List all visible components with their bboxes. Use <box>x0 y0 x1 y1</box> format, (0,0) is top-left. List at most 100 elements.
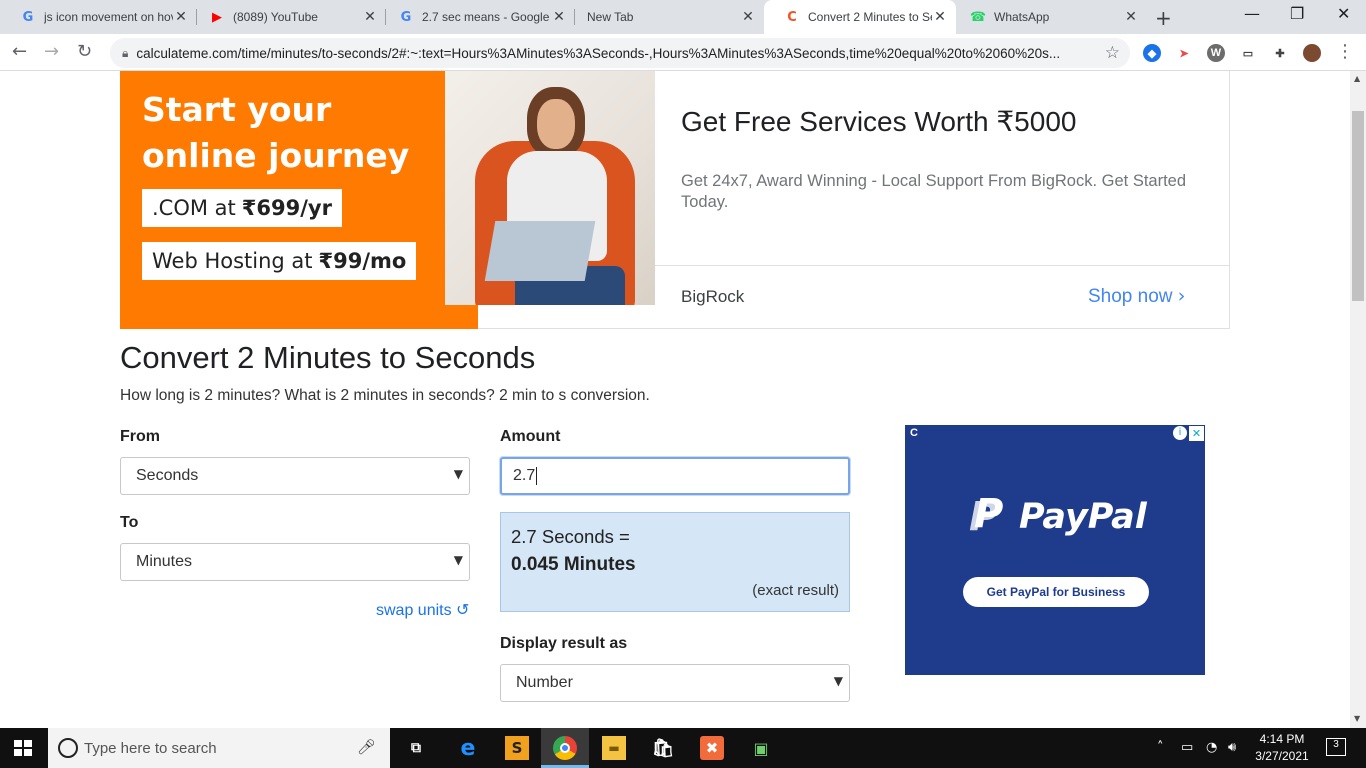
result-input-echo: 2.7 Seconds = <box>511 526 630 547</box>
show-hidden-icons[interactable]: ˄ <box>1157 740 1164 755</box>
new-tab-button[interactable]: + <box>1155 6 1172 30</box>
to-label: To <box>120 514 139 531</box>
scrollbar-thumb[interactable] <box>1352 111 1364 301</box>
browser-toolbar: ← → ↻ 🔒︎ calculateme.com/time/minutes/to… <box>0 34 1366 71</box>
edge-icon[interactable]: e <box>456 736 480 761</box>
volume-icon[interactable]: 🔊︎ <box>1228 740 1236 755</box>
paypal-wordmark: PayPal <box>1019 497 1147 537</box>
chevron-down-icon: ▼ <box>453 553 463 567</box>
chevron-down-icon: ▼ <box>453 467 463 481</box>
amount-value: 2.7 <box>513 467 536 484</box>
paypal-logo: P P PayPal <box>969 491 1147 540</box>
restore-icon[interactable]: ❐ <box>1290 4 1304 23</box>
lock-icon[interactable]: 🔒︎ <box>122 46 128 61</box>
paypal-p-icon: P P <box>969 491 1004 540</box>
tab-title: New Tab <box>587 10 634 24</box>
close-tab-icon[interactable]: ✕ <box>932 9 948 25</box>
wordpress-icon[interactable]: W <box>1207 44 1225 62</box>
page-title: Convert 2 Minutes to Seconds <box>120 340 536 375</box>
get-paypal-button[interactable]: Get PayPal for Business <box>963 577 1149 607</box>
wifi-icon[interactable]: ◔ <box>1206 740 1217 755</box>
text-caret <box>536 467 538 485</box>
close-ad-icon[interactable]: ✕ <box>1189 426 1204 441</box>
close-tab-icon[interactable]: ✕ <box>173 9 189 25</box>
display-result-select[interactable]: Number ▼ <box>500 664 850 702</box>
url-text: calculateme.com/time/minutes/to-seconds/… <box>136 45 1061 61</box>
tab-youtube[interactable]: ▶ (8089) YouTube ✕ <box>189 0 386 34</box>
menu-icon[interactable]: ⋮ <box>1336 41 1354 62</box>
ad-corner-mark: C <box>910 427 918 439</box>
ad-title[interactable]: Get Free Services Worth ₹5000 <box>681 105 1076 138</box>
result-box: 2.7 Seconds = 0.045 Minutes (exact resul… <box>500 512 850 612</box>
close-tab-icon[interactable]: ✕ <box>740 9 756 25</box>
google-icon: G <box>22 9 34 25</box>
system-clock[interactable]: 4:14 PM 3/27/2021 <box>1254 731 1310 765</box>
offer-price: ₹699/yr <box>241 196 332 220</box>
xampp-icon[interactable]: ✖ <box>700 736 724 760</box>
paypal-ad[interactable]: C i ✕ P P PayPal Get PayPal for Business <box>905 425 1205 675</box>
adchoices-icon[interactable]: i <box>1173 426 1187 440</box>
page-content: Start your online journey .COM at ₹699/yr… <box>0 71 1350 728</box>
extension-blue-icon[interactable]: ◆ <box>1143 44 1161 62</box>
amount-input[interactable]: 2.7 <box>500 457 850 495</box>
chevron-right-icon: › <box>1177 285 1186 307</box>
back-icon[interactable]: ← <box>12 41 27 62</box>
ad-brand: BigRock <box>681 287 745 306</box>
windows-start-icon[interactable] <box>14 740 32 756</box>
shop-now-label: Shop now <box>1088 286 1173 307</box>
tab-convert-active[interactable]: C Convert 2 Minutes to Seconds ✕ <box>764 0 956 34</box>
offer-prefix: .COM at <box>152 196 236 220</box>
tab-js-icon[interactable]: G js icon movement on hover ✕ <box>0 0 197 34</box>
tab-google-search[interactable]: G 2.7 sec means - Google Search ✕ <box>378 0 575 34</box>
bigrock-ad[interactable]: Start your online journey .COM at ₹699/yr… <box>120 71 1230 329</box>
action-center-icon[interactable]: 3 <box>1326 738 1346 756</box>
calculateme-icon: C <box>787 9 797 25</box>
close-tab-icon[interactable]: ✕ <box>362 9 378 25</box>
close-window-icon[interactable]: ✕ <box>1337 4 1350 23</box>
file-explorer-icon[interactable]: ▬ <box>602 736 626 760</box>
ad-banner-image: Start your online journey .COM at ₹699/yr… <box>120 71 478 329</box>
from-unit-select[interactable]: Seconds ▼ <box>120 457 470 495</box>
amount-label: Amount <box>500 428 561 445</box>
task-view-icon[interactable]: ⧉ <box>404 736 428 760</box>
extension-red-icon[interactable]: ➤ <box>1175 44 1193 62</box>
battery-icon[interactable]: ▭ <box>1181 740 1193 755</box>
profile-avatar[interactable] <box>1303 44 1321 62</box>
chrome-icon[interactable] <box>553 736 577 760</box>
taskbar-search-box[interactable]: Type here to search 🎤︎ <box>48 728 390 768</box>
app-installer-icon[interactable]: ▣ <box>749 736 773 760</box>
close-tab-icon[interactable]: ✕ <box>1123 9 1139 25</box>
page-scrollbar[interactable]: ▲ ▼ <box>1350 71 1366 728</box>
display-result-value: Number <box>516 674 573 691</box>
whatsapp-icon: ☎ <box>969 9 987 25</box>
cortana-icon <box>58 738 78 758</box>
scroll-up-icon[interactable]: ▲ <box>1354 74 1360 83</box>
result-value: 0.045 Minutes <box>511 554 636 575</box>
windows-taskbar: Type here to search 🎤︎ ⧉ e S ▬ 🛍︎ ✖ ▣ ˄ … <box>0 728 1366 768</box>
tab-whatsapp[interactable]: ☎ WhatsApp ✕ <box>950 0 1147 34</box>
ad-headline: Start your online journey <box>142 90 410 175</box>
microphone-icon[interactable]: 🎤︎ <box>357 738 376 756</box>
to-unit-value: Minutes <box>136 553 193 570</box>
store-icon[interactable]: 🛍︎ <box>651 736 675 760</box>
tab-title: 2.7 sec means - Google Search <box>422 10 551 24</box>
ad-photo-woman <box>445 71 655 305</box>
tab-strip: G js icon movement on hover ✕ ▶ (8089) Y… <box>0 0 1366 34</box>
bookmark-star-icon[interactable]: ☆ <box>1105 43 1120 63</box>
close-tab-icon[interactable]: ✕ <box>551 9 567 25</box>
cast-icon[interactable]: ▭ <box>1239 44 1257 62</box>
ad-offer-hosting: Web Hosting at ₹99/mo <box>142 242 417 280</box>
reload-icon[interactable]: ↻ <box>77 41 92 62</box>
to-unit-select[interactable]: Minutes ▼ <box>120 543 470 581</box>
scroll-down-icon[interactable]: ▼ <box>1354 714 1360 723</box>
forward-icon[interactable]: → <box>44 41 59 62</box>
offer-price: ₹99/mo <box>318 249 407 273</box>
sublime-text-icon[interactable]: S <box>505 736 529 760</box>
tab-new-tab[interactable]: New Tab ✕ <box>567 0 764 34</box>
extensions-puzzle-icon[interactable]: ✚ <box>1271 44 1289 62</box>
display-result-label: Display result as <box>500 635 628 652</box>
swap-units-link[interactable]: swap units ↺ <box>376 600 469 620</box>
shop-now-button[interactable]: Shop now › <box>1088 285 1185 308</box>
minimize-icon[interactable]: — <box>1244 4 1260 23</box>
address-bar[interactable]: 🔒︎ calculateme.com/time/minutes/to-secon… <box>110 38 1130 68</box>
